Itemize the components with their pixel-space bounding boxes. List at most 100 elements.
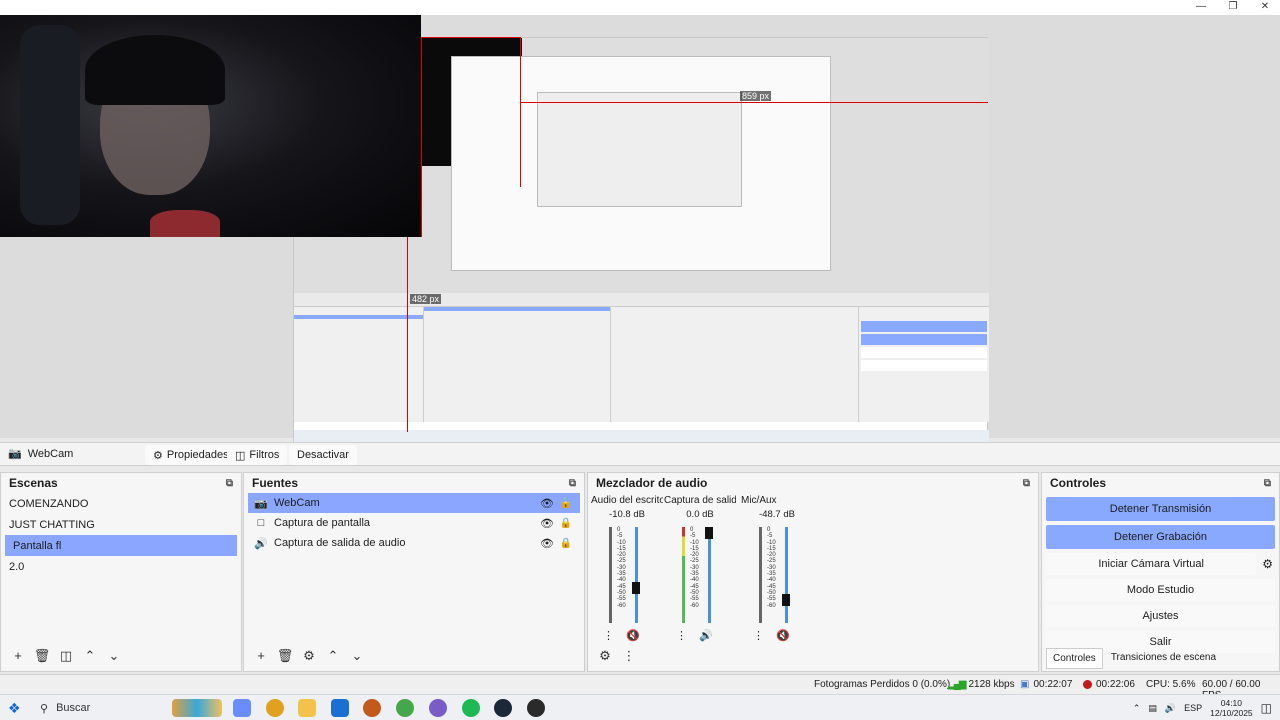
start-virtual-cam-button[interactable]: Iniciar Cámara Virtual (1046, 553, 1257, 575)
scene-item[interactable]: JUST CHATTING (1, 514, 241, 535)
nested-source-toolbar (294, 293, 989, 307)
muted-speaker-icon[interactable]: 🔇 (776, 629, 790, 642)
utorrent-icon[interactable] (396, 699, 414, 717)
gear-icon[interactable]: ⚙ (300, 647, 318, 665)
spotify-icon[interactable] (462, 699, 480, 717)
nested-sources (424, 307, 611, 422)
selected-source-name: WebCam (27, 447, 74, 460)
studio-mode-button[interactable]: Modo Estudio (1046, 579, 1275, 601)
signal-bars-icon: ▂▄▆ (948, 679, 967, 690)
clock-time: 04:10 (1220, 698, 1243, 708)
volume-slider[interactable] (708, 527, 711, 623)
volume-icon[interactable]: 🔊 (1165, 703, 1176, 714)
volume-slider-handle[interactable] (632, 582, 640, 594)
properties-label: Propiedades (166, 449, 229, 461)
trash-icon[interactable]: 🗑 (276, 647, 294, 665)
volume-meter: 0 -5 -10 -15 -20 -25 -30 -35 -40 -45 -50 -55 -60 (759, 527, 793, 623)
gear-icon: ⚙ (153, 449, 163, 462)
virtual-cam-row: Iniciar Cámara Virtual ⚙ (1042, 549, 1279, 575)
kebab-menu-icon[interactable]: ⋮ (753, 629, 764, 642)
deactivate-button[interactable]: Desactivar (289, 445, 357, 465)
chevron-up-icon[interactable]: ⌃ (324, 647, 342, 665)
stop-stream-button[interactable]: Detener Transmisión (1046, 497, 1275, 521)
language-indicator[interactable]: ESP (1184, 703, 1202, 713)
restore-icon[interactable]: ❐ (1224, 0, 1242, 15)
copilot-icon[interactable] (233, 699, 251, 717)
stop-record-button[interactable]: Detener Grabación (1046, 525, 1275, 549)
network-icon[interactable]: ▤ (1148, 703, 1157, 714)
record-icon (1083, 680, 1092, 689)
chevron-down-icon[interactable]: ⌄ (348, 647, 366, 665)
undock-icon[interactable]: ⧉ (1023, 478, 1030, 489)
outlook-icon[interactable] (331, 699, 349, 717)
undock-icon[interactable]: ⧉ (1264, 478, 1271, 489)
add-icon[interactable]: + (9, 647, 27, 665)
audio-mixer-dock: Mezclador de audio ⧉ Audio del escritori… (587, 472, 1039, 672)
controls-title: Controles (1050, 476, 1107, 490)
eye-icon[interactable]: 👁 (540, 517, 554, 530)
source-item[interactable]: 🔊 Captura de salida de audio 👁 🔒 (248, 533, 580, 553)
add-icon[interactable]: + (252, 647, 270, 665)
bitrate-status: ▂▄▆ 2128 kbps (948, 679, 1015, 690)
clock[interactable]: 04:10 12/10/2025 (1210, 698, 1253, 718)
source-item-selected[interactable]: 📷 WebCam 👁 🔒 (248, 493, 580, 513)
volume-slider[interactable] (635, 527, 638, 623)
app-icon[interactable] (363, 699, 381, 717)
eye-icon[interactable]: 👁 (540, 497, 554, 510)
volume-slider-handle[interactable] (782, 594, 790, 606)
chevron-up-icon[interactable]: ⌃ (1133, 703, 1141, 714)
nested-controls (859, 307, 989, 422)
camera-icon: 📷 (254, 497, 268, 510)
chrome-icon[interactable] (266, 699, 284, 717)
volume-slider-handle[interactable] (705, 527, 713, 539)
settings-button[interactable]: Ajustes (1046, 605, 1275, 627)
muted-speaker-icon[interactable]: 🔇 (626, 629, 640, 642)
mixer-channel: Mic/Aux -48.7 dB 0 -5 -10 -15 -20 -25 -30 -35 -40-… (741, 495, 813, 645)
mixer-channel: Audio del escritorio -10.8 dB 0-5-10-15-20… (591, 495, 663, 645)
nested-row (294, 315, 423, 319)
app-icon[interactable] (429, 699, 447, 717)
steam-icon[interactable] (494, 699, 512, 717)
trash-icon[interactable]: 🗑 (33, 647, 51, 665)
channel-name: Captura de salida (664, 495, 736, 506)
lock-icon[interactable]: 🔒 (560, 518, 572, 529)
tab-controls[interactable]: Controles (1046, 648, 1103, 669)
undock-icon[interactable]: ⧉ (569, 478, 576, 489)
close-icon[interactable]: ✕ (1256, 0, 1274, 15)
chevron-up-icon[interactable]: ⌃ (81, 647, 99, 665)
scale-tick: -40 (690, 577, 699, 584)
windows-start-icon[interactable]: ❖ (8, 700, 21, 717)
search-highlight-image[interactable] (172, 699, 222, 717)
file-explorer-icon[interactable] (298, 699, 316, 717)
channel-name: Mic/Aux (741, 495, 777, 506)
filters-button[interactable]: ◫ Filtros (227, 445, 288, 465)
advanced-audio-icon[interactable]: ⚙ (596, 647, 614, 665)
scene-item-selected[interactable]: Pantalla fl (5, 535, 237, 556)
source-item[interactable]: □ Captura de pantalla 👁 🔒 (248, 513, 580, 533)
taskbar: ❖ ⚲ Buscar ⌃ ▤ 🔊 ESP 04:10 12/10/2025 ◫ (0, 694, 1280, 720)
speaker-icon[interactable]: 🔊 (699, 629, 713, 642)
minimize-icon[interactable]: — (1192, 0, 1210, 15)
notifications-icon[interactable]: ◫ (1261, 701, 1272, 715)
undock-icon[interactable]: ⧉ (226, 478, 233, 489)
eye-icon[interactable]: 👁 (540, 537, 554, 550)
lock-icon[interactable]: 🔒 (560, 538, 572, 549)
scene-item[interactable]: COMENZANDO (1, 493, 241, 514)
kebab-menu-icon[interactable]: ⋮ (603, 629, 614, 642)
meter-scale: 0 -5 -10 -15 -20 -25 -30 -35 -40 -45 -50 -55 -60 (767, 527, 776, 609)
volume-meter: 0 -5 -10 -15 -20 -25 -30 -35 -40 -45 -50 -55 -60 (682, 527, 716, 623)
chevron-down-icon[interactable]: ⌄ (105, 647, 123, 665)
volume-slider[interactable] (785, 527, 788, 623)
properties-button[interactable]: ⚙ Propiedades (145, 445, 237, 465)
mixer-header: Mezclador de audio ⧉ (588, 473, 1038, 493)
channel-name: Audio del escritorio (591, 495, 663, 506)
obs-icon[interactable] (527, 699, 545, 717)
kebab-menu-icon[interactable]: ⋮ (676, 629, 687, 642)
preview-canvas[interactable]: 859 px 482 px (0, 15, 1280, 446)
scene-item[interactable]: 2.0 (1, 556, 241, 577)
kebab-menu-icon[interactable]: ⋮ (620, 647, 638, 665)
tab-scene-transitions[interactable]: Transiciones de escena (1105, 648, 1222, 669)
filter-icon[interactable]: ◫ (57, 647, 75, 665)
gear-icon[interactable]: ⚙ (1262, 557, 1273, 571)
lock-icon[interactable]: 🔒 (560, 498, 572, 509)
